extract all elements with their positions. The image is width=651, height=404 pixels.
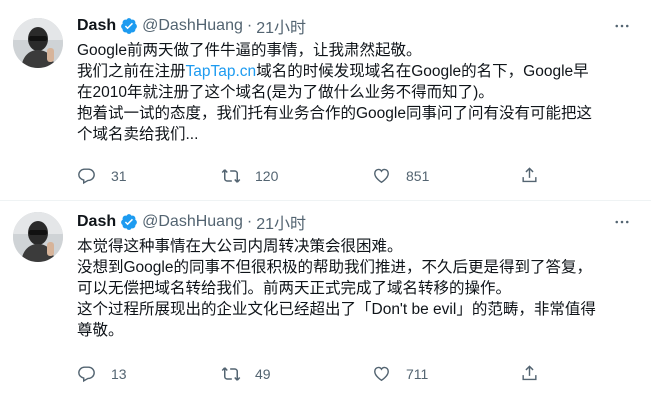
avatar-image (13, 18, 63, 68)
tweet-text-line: 尊敬。 (77, 322, 124, 339)
tweet-text-line: 没想到Google的同事不但很积极的帮助我们推进，不久后更是得到了答复， (77, 259, 592, 276)
author-name[interactable]: Dash (77, 17, 116, 35)
reply-count: 31 (111, 168, 127, 184)
avatar-image (13, 212, 63, 262)
tweet-text: Google前两天做了件牛逼的事情，让我肃然起敬。 我们之前在注册TapTap.… (77, 40, 637, 145)
tweet-text-line: 我们之前在注册TapTap.cn域名的时候发现域名在Google的名下，Goog… (77, 63, 589, 80)
retweet-icon (221, 166, 241, 186)
avatar[interactable] (13, 212, 63, 262)
retweet-count: 120 (255, 168, 279, 184)
like-count: 851 (406, 168, 430, 184)
tweet-text: 本觉得这种事情在大公司内周转决策会很困难。 没想到Google的同事不但很积极的… (77, 236, 637, 341)
tweet[interactable]: Dash @DashHuang · 21小时 Google前两天做了件牛逼的事情… (0, 0, 651, 201)
verified-badge-icon (120, 17, 138, 35)
tweet-text-line: 在2010年就注册了这个域名(是为了做什么业务不得而知了)。 (77, 84, 494, 101)
heart-icon (372, 364, 392, 384)
heart-icon (372, 166, 392, 186)
reply-button[interactable]: 13 (77, 364, 221, 384)
verified-badge-icon (120, 213, 138, 231)
domain-link[interactable]: TapTap.cn (186, 63, 257, 80)
share-button[interactable] (520, 364, 560, 384)
like-button[interactable]: 851 (372, 166, 520, 186)
share-icon (520, 166, 540, 186)
separator-dot: · (246, 213, 253, 230)
reply-count: 13 (111, 366, 127, 382)
tweet-text-line: 可以无偿把域名转给我们。前两天正式完成了域名转移的操作。 (77, 280, 512, 297)
separator-dot: · (246, 17, 253, 34)
tweet-text-line: 本觉得这种事情在大公司内周转决策会很困难。 (77, 238, 403, 255)
tweet-text-line: 抱着试一试的态度，我们托有业务合作的Google同事问了问有没有可能把这 (77, 105, 592, 122)
timestamp[interactable]: 21小时 (256, 210, 306, 234)
author-handle[interactable]: @DashHuang (142, 213, 243, 231)
share-icon (520, 364, 540, 384)
share-button[interactable] (520, 166, 560, 186)
author-name[interactable]: Dash (77, 213, 116, 231)
tweet-actions: 13 49 711 (77, 363, 560, 385)
tweet-actions: 31 120 851 (77, 165, 560, 187)
retweet-count: 49 (255, 366, 271, 382)
tweet[interactable]: Dash @DashHuang · 21小时 本觉得这种事情在大公司内周转决策会… (0, 201, 651, 404)
timestamp[interactable]: 21小时 (256, 14, 306, 38)
reply-button[interactable]: 31 (77, 166, 221, 186)
retweet-button[interactable]: 120 (221, 166, 372, 186)
tweet-header: Dash @DashHuang · 21小时 (77, 211, 306, 233)
tweet-text-line: 个域名卖给我们... (77, 126, 199, 143)
reply-icon (77, 166, 97, 186)
avatar[interactable] (13, 18, 63, 68)
reply-icon (77, 364, 97, 384)
retweet-button[interactable]: 49 (221, 364, 372, 384)
like-count: 711 (406, 366, 429, 382)
tweet-text-line: 这个过程所展现出的企业文化已经超出了「Don't be evil」的范畴，非常值… (77, 301, 596, 318)
tweet-text-line: Google前两天做了件牛逼的事情，让我肃然起敬。 (77, 42, 422, 59)
tweet-header: Dash @DashHuang · 21小时 (77, 15, 306, 37)
author-handle[interactable]: @DashHuang (142, 17, 243, 35)
like-button[interactable]: 711 (372, 364, 520, 384)
more-horizontal-icon[interactable] (611, 211, 633, 233)
retweet-icon (221, 364, 241, 384)
more-horizontal-icon[interactable] (611, 15, 633, 37)
